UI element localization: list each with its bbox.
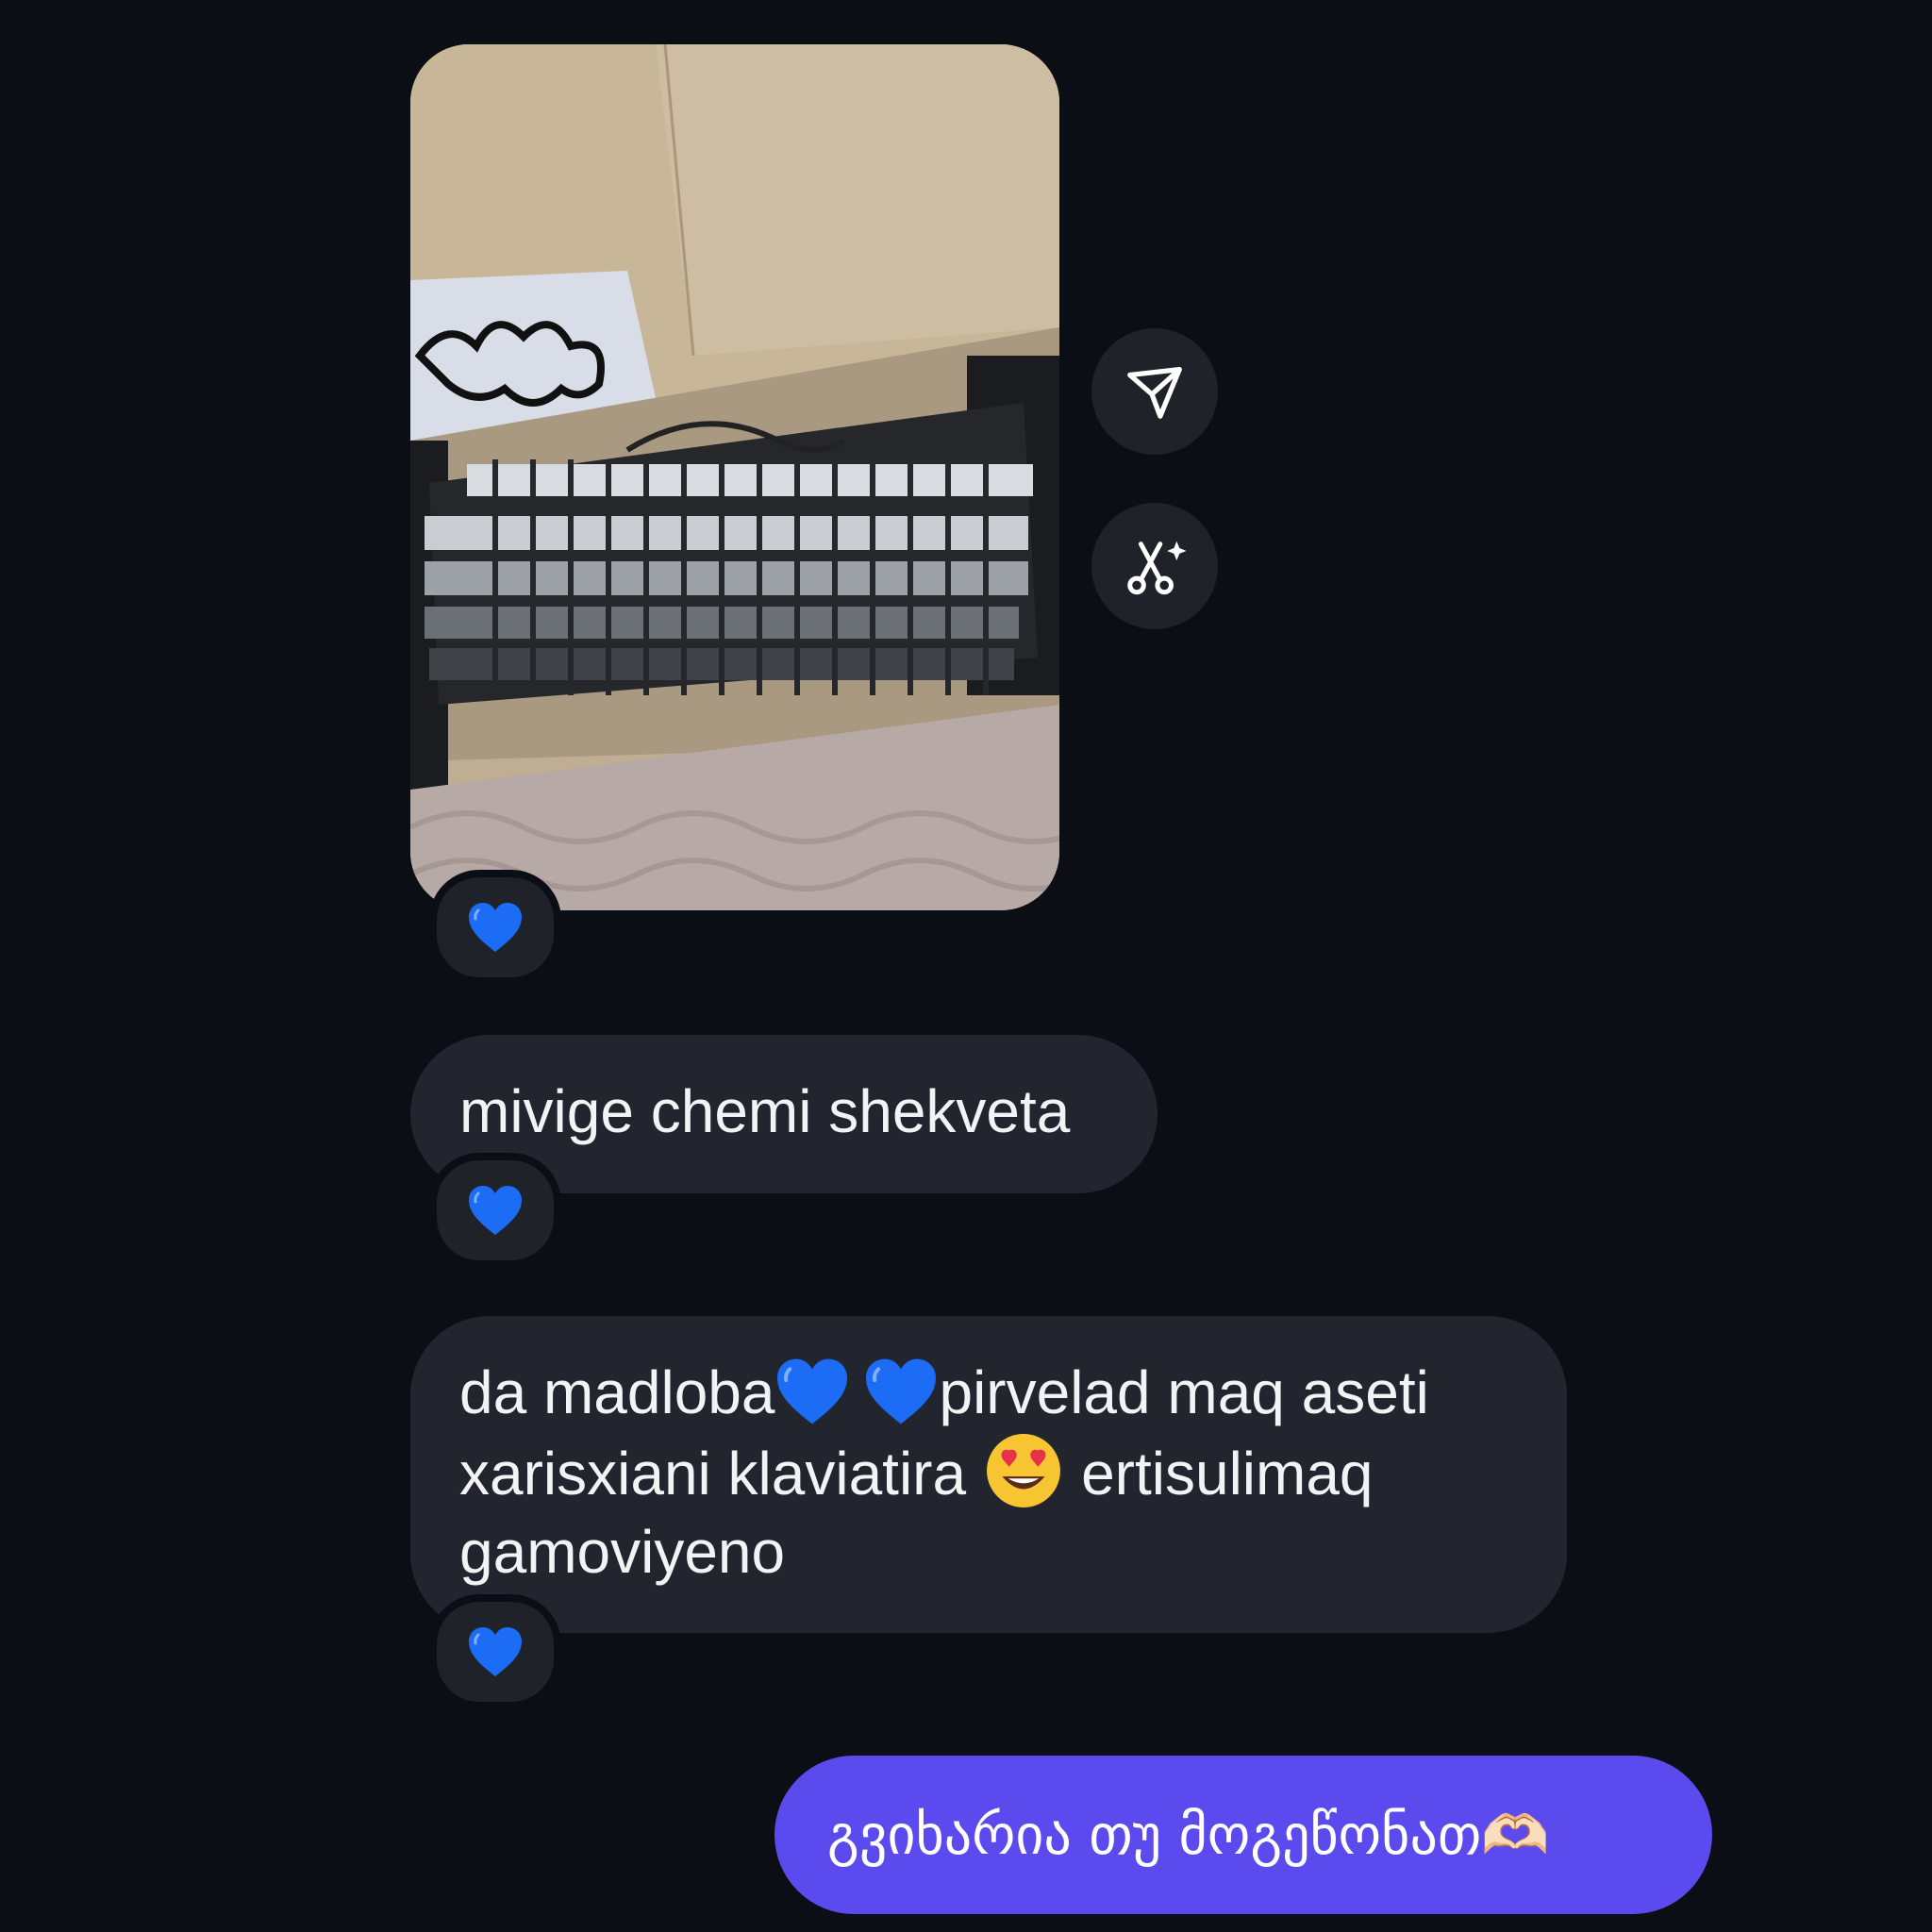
share-button[interactable]	[1091, 328, 1218, 455]
remix-button[interactable]	[1091, 503, 1218, 629]
message-bubble-outgoing[interactable]: გვიხარია თუ მოგეწონათ🫶🏻	[774, 1756, 1712, 1914]
sparkle-scissors-icon	[1127, 541, 1187, 595]
heart-eyes-emoji-icon	[987, 1434, 1061, 1507]
keyboard-photo	[410, 44, 1059, 910]
reaction-badge[interactable]	[429, 1594, 561, 1709]
message-text: mivige chemi shekveta	[459, 1077, 1071, 1145]
blue-heart-icon	[469, 1186, 522, 1235]
blue-heart-icon	[469, 1627, 522, 1676]
blue-heart-icon	[866, 1358, 937, 1424]
blue-heart-icon	[777, 1358, 848, 1424]
reaction-badge[interactable]	[429, 870, 561, 985]
message-text: da madloba	[459, 1358, 775, 1426]
message-bubble-incoming[interactable]: da madloba pirvelad maq aseti xarisxiani…	[410, 1316, 1567, 1633]
chat-thread: mivige chemi shekveta da madloba pirvela…	[0, 0, 1932, 1932]
message-text: გვიხარია თუ მოგეწონათ🫶🏻	[827, 1803, 1550, 1867]
reaction-badge[interactable]	[429, 1153, 561, 1268]
blue-heart-icon	[469, 903, 522, 952]
paper-plane-icon	[1127, 367, 1182, 419]
photo-message-keyboard[interactable]	[410, 44, 1059, 910]
